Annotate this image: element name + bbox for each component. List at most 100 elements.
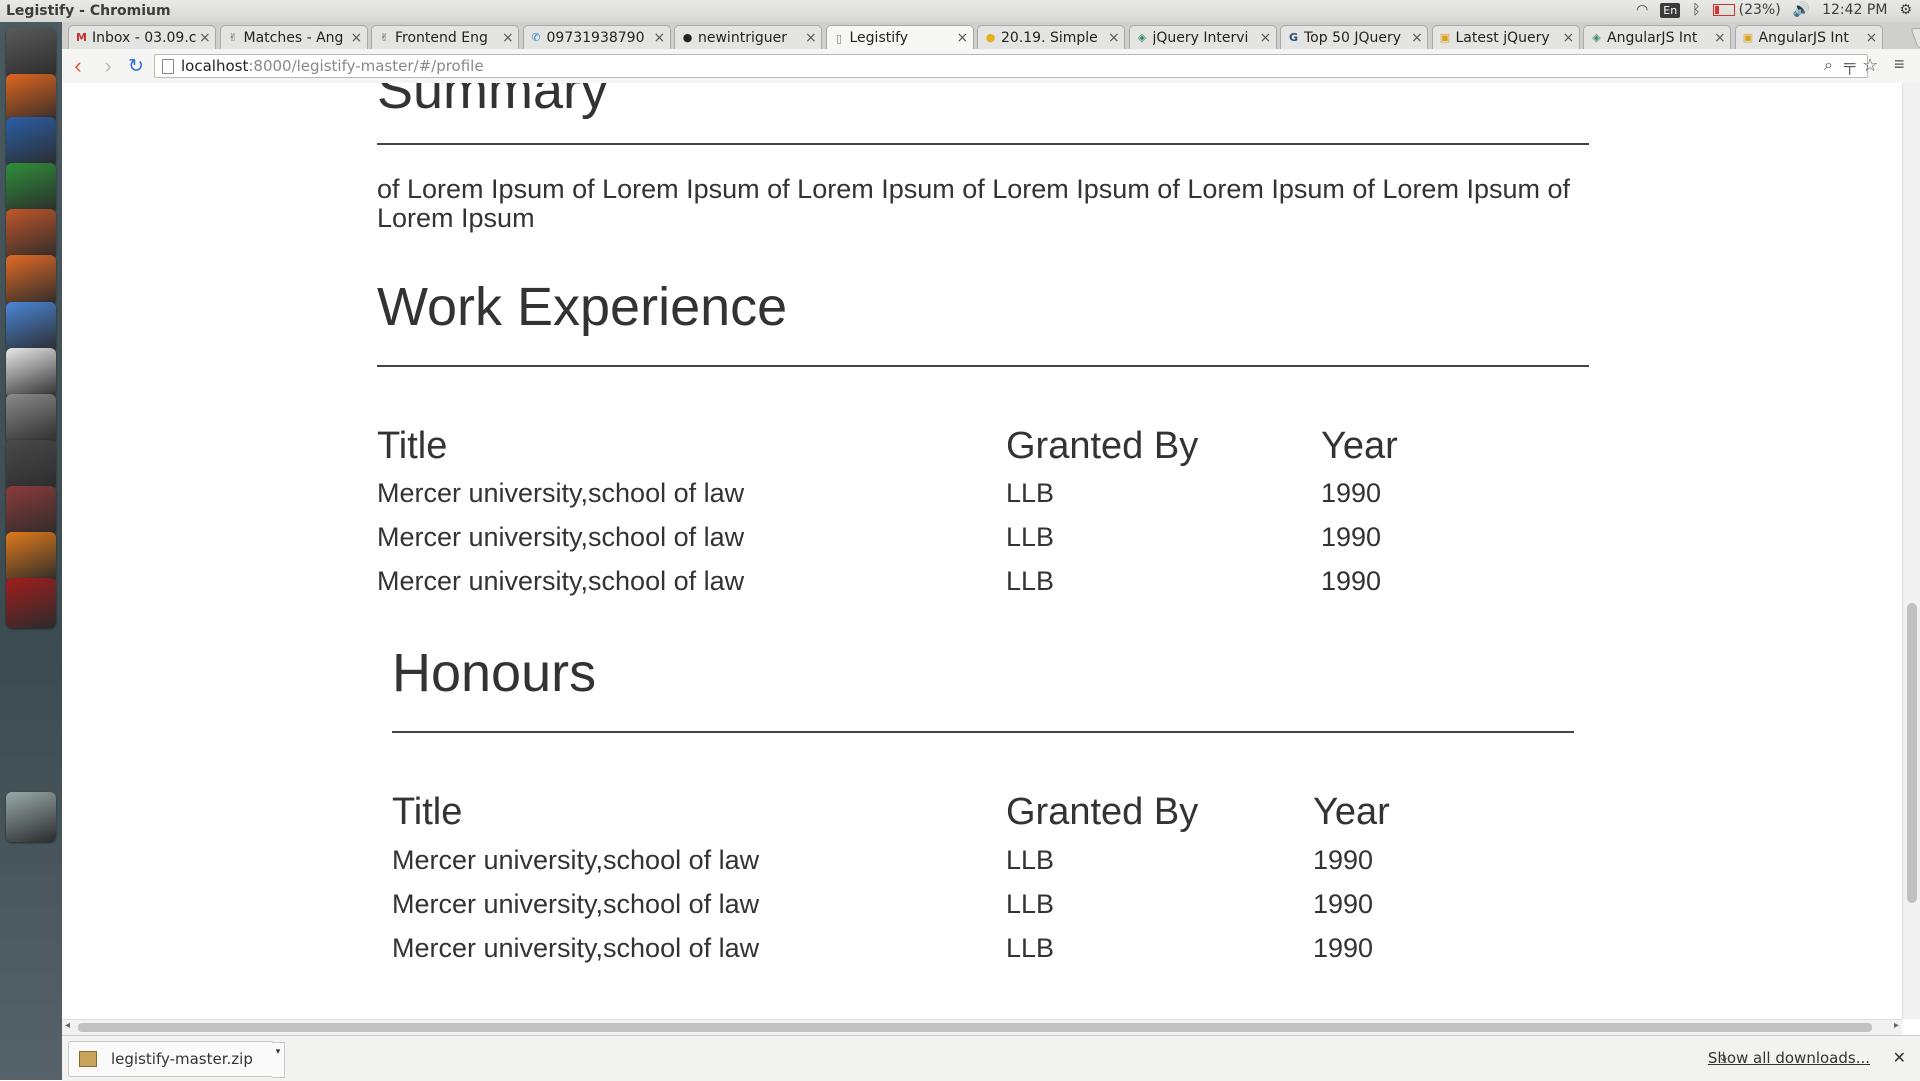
- tab-favicon-icon: ▣: [1439, 31, 1451, 44]
- show-all-downloads-link[interactable]: Show all downloads...: [1708, 1049, 1870, 1067]
- tab-10[interactable]: ▣ Latest jQuery ×: [1431, 25, 1580, 49]
- tab-close-icon[interactable]: ×: [199, 30, 211, 46]
- menu-icon[interactable]: ≡: [1894, 54, 1905, 75]
- browser-tab-strip: M Inbox - 03.09.c × ✌ Matches - Ang × ✌ Fronten…: [62, 22, 1920, 50]
- download-item[interactable]: legistify-master.zip ▾: [68, 1041, 285, 1078]
- honours-table-cell: 1990: [1313, 889, 1374, 919]
- wifi-icon[interactable]: ◠: [1636, 2, 1648, 18]
- horizontal-scroll-thumb[interactable]: [78, 1023, 1872, 1032]
- libreoffice-impress-icon[interactable]: [6, 209, 56, 259]
- honours-column-header: Granted By: [1006, 791, 1199, 833]
- gear-icon[interactable]: ⚙: [1899, 2, 1912, 18]
- clock[interactable]: 12:42 PM: [1822, 2, 1887, 18]
- tab-favicon-icon: ▣: [1742, 31, 1754, 44]
- workspace-switcher-icon[interactable]: [6, 578, 56, 628]
- system-settings-icon[interactable]: [6, 394, 56, 444]
- sublime-text-icon[interactable]: [6, 440, 56, 490]
- tab-close-icon[interactable]: ×: [1563, 30, 1575, 46]
- tab-label: AngularJS Int: [1607, 29, 1698, 46]
- work-experience-table-cell: Mercer university,school of law: [377, 522, 745, 552]
- keyboard-layout-indicator[interactable]: En: [1660, 2, 1681, 18]
- vertical-scrollbar[interactable]: [1902, 83, 1920, 1019]
- tab-label: Matches - Ang: [243, 29, 344, 46]
- tab-1[interactable]: M Inbox - 03.09.c ×: [68, 25, 216, 49]
- dash-home-icon[interactable]: [6, 28, 56, 78]
- vertical-scroll-thumb[interactable]: [1907, 603, 1917, 903]
- new-tab-button[interactable]: [1910, 28, 1920, 48]
- work-experience-heading: Work Experience: [377, 277, 788, 337]
- tab-label: newintriguer: [698, 29, 787, 46]
- tab-close-icon[interactable]: ×: [502, 30, 514, 46]
- tab-close-icon[interactable]: ×: [957, 30, 969, 46]
- honours-heading: Honours: [392, 643, 597, 703]
- tab-9[interactable]: G Top 50 JQuery ×: [1280, 25, 1428, 49]
- address-host: localhost: [181, 57, 249, 75]
- bluetooth-icon[interactable]: ᛒ: [1692, 2, 1700, 18]
- work-experience-table-cell: LLB: [1006, 478, 1055, 508]
- tab-close-icon[interactable]: ×: [805, 30, 817, 46]
- system-top-bar: Legistify - Chromium ◠ En ᛒ (23%) 🔊 12:4…: [0, 0, 1920, 23]
- tab-close-icon[interactable]: ×: [1260, 30, 1272, 46]
- amazon-icon[interactable]: [6, 348, 56, 398]
- vlc-icon[interactable]: [6, 532, 56, 582]
- tab-7[interactable]: ● 20.19. Simple ×: [977, 25, 1125, 49]
- tab-label: Latest jQuery: [1455, 29, 1550, 46]
- scroll-left-icon[interactable]: ◂: [65, 1020, 70, 1031]
- tab-favicon-icon: G: [1288, 31, 1299, 44]
- battery-indicator[interactable]: (23%): [1712, 2, 1781, 18]
- libreoffice-calc-icon[interactable]: [6, 163, 56, 213]
- tab-close-icon[interactable]: ×: [654, 30, 666, 46]
- trash-icon[interactable]: [6, 792, 56, 842]
- tab-favicon-icon: ✌: [379, 31, 390, 44]
- tab-label: Frontend Eng: [395, 29, 488, 46]
- libreoffice-writer-icon[interactable]: [6, 117, 56, 167]
- work-experience-table-cell: LLB: [1006, 566, 1055, 596]
- download-shelf: legistify-master.zip ▾ ⤓ Show all downlo…: [62, 1035, 1920, 1081]
- honours-divider: [392, 731, 1574, 733]
- work-experience-table-cell: Mercer university,school of law: [377, 566, 745, 596]
- reload-icon[interactable]: ↻: [124, 54, 148, 78]
- tab-3[interactable]: ✌ Frontend Eng ×: [371, 25, 519, 49]
- tab-11[interactable]: ◈ AngularJS Int ×: [1583, 25, 1731, 49]
- pin-icon[interactable]: ╤: [1844, 57, 1855, 75]
- address-bar[interactable]: localhost:8000/legistify-master/#/profil…: [154, 54, 1868, 78]
- tab-close-icon[interactable]: ×: [351, 30, 363, 46]
- volume-icon[interactable]: 🔊: [1793, 2, 1810, 18]
- tab-favicon-icon: ●: [985, 31, 996, 44]
- tab-5[interactable]: ● newintriguer ×: [674, 25, 822, 49]
- tab-4[interactable]: ✆ 09731938790 ×: [522, 25, 671, 49]
- work-experience-table-cell: LLB: [1006, 522, 1055, 552]
- tab-close-icon[interactable]: ×: [1866, 30, 1878, 46]
- system-tray: ◠ En ᛒ (23%) 🔊 12:42 PM ⚙: [1636, 2, 1912, 18]
- zoom-icon[interactable]: ⌕: [1824, 57, 1833, 75]
- work-experience-column-header: Granted By: [1006, 425, 1199, 467]
- tab-label: jQuery Intervi: [1152, 29, 1249, 46]
- tab-label: Top 50 JQuery: [1304, 29, 1402, 46]
- file-manager-icon[interactable]: [6, 486, 56, 536]
- honours-column-header: Year: [1313, 791, 1390, 833]
- tab-close-icon[interactable]: ×: [1411, 30, 1423, 46]
- tab-label: Legistify: [849, 30, 909, 46]
- tab-6[interactable]: ▯ Legistify ×: [825, 25, 974, 50]
- summary-divider: [377, 143, 1589, 145]
- work-experience-table-cell: 1990: [1321, 522, 1382, 552]
- tab-close-icon[interactable]: ×: [1714, 30, 1726, 46]
- chromium-icon[interactable]: [6, 302, 56, 352]
- back-icon[interactable]: ‹: [66, 53, 90, 78]
- close-icon[interactable]: ✕: [1893, 1048, 1906, 1067]
- download-menu-chevron-icon[interactable]: ▾: [272, 1042, 285, 1078]
- tab-2[interactable]: ✌ Matches - Ang ×: [219, 25, 368, 49]
- browser-toolbar: ‹ › ↻ localhost:8000/legistify-master/#/…: [62, 49, 1920, 84]
- tab-favicon-icon: M: [76, 31, 87, 44]
- forward-icon[interactable]: ›: [96, 53, 120, 78]
- tab-8[interactable]: ◈ jQuery Intervi ×: [1128, 25, 1277, 49]
- tab-12[interactable]: ▣ AngularJS Int ×: [1734, 25, 1883, 49]
- page-content: Summary of Lorem Ipsum of Lorem Ipsum of…: [62, 83, 1902, 1019]
- honours-table-cell: LLB: [1006, 845, 1055, 875]
- bookmark-star-icon[interactable]: ☆: [1862, 55, 1878, 76]
- tab-close-icon[interactable]: ×: [1108, 30, 1120, 46]
- scroll-right-icon[interactable]: ▸: [1894, 1020, 1899, 1031]
- honours-table-cell: Mercer university,school of law: [392, 845, 760, 875]
- horizontal-scrollbar[interactable]: ◂ ▸: [62, 1019, 1902, 1036]
- software-center-icon[interactable]: [6, 255, 56, 305]
